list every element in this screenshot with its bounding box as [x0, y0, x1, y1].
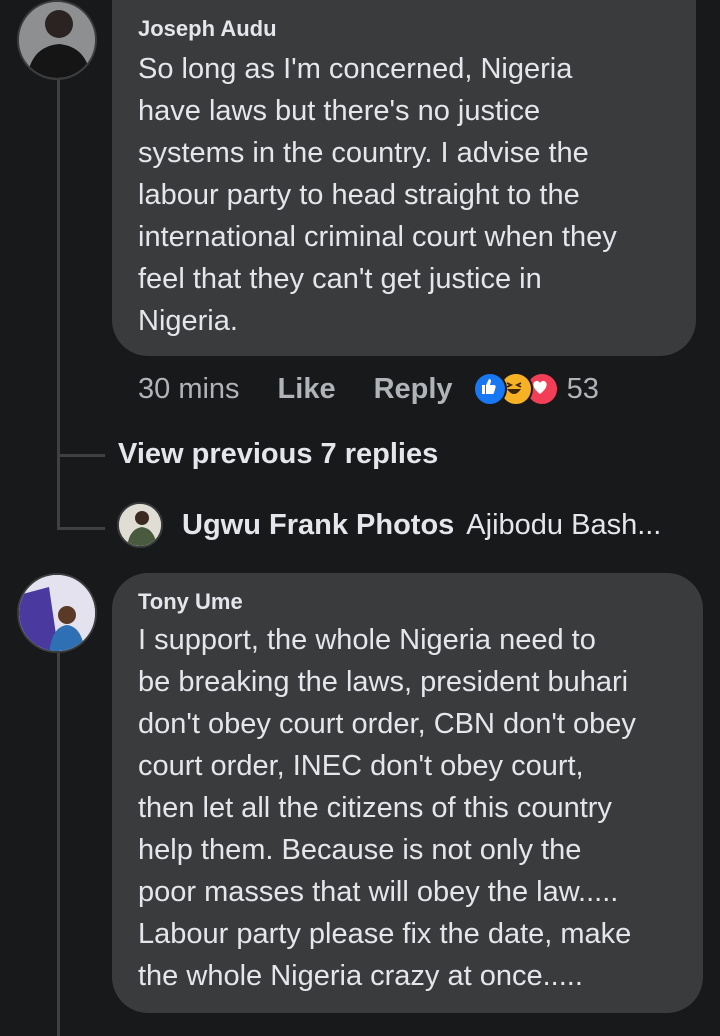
view-previous-replies-link[interactable]: View previous 7 replies [118, 438, 438, 471]
reply-button[interactable]: Reply [374, 373, 453, 406]
comment-bubble-tony-ume: Tony Ume I support, the whole Nigeria ne… [112, 573, 703, 1013]
comment-author[interactable]: Tony Ume [138, 589, 677, 615]
comment-bubble-joseph-audu: Joseph Audu So long as I'm concerned, Ni… [112, 0, 696, 356]
thread-line-vertical-2 [57, 652, 60, 1036]
comment-text: So long as I'm concerned, Nigeria have l… [138, 53, 617, 337]
comment-text: I support, the whole Nigeria need to be … [138, 624, 636, 992]
thread-line-branch-2 [57, 527, 105, 530]
like-reaction-icon [472, 372, 507, 406]
reply-author[interactable]: Ugwu Frank Photos [182, 509, 454, 542]
avatar-ugwu-frank-photos[interactable] [117, 502, 163, 548]
comment-actions: 30 mins Like Reply 53 [138, 372, 599, 406]
reactions-summary[interactable]: 53 [472, 372, 599, 406]
person-avatar-icon [19, 2, 95, 78]
like-button[interactable]: Like [278, 373, 336, 406]
person-avatar-icon [19, 575, 95, 651]
thread-line-branch-1 [57, 454, 105, 457]
reaction-count: 53 [566, 372, 599, 405]
comment-author[interactable]: Joseph Audu [138, 16, 670, 42]
avatar-tony-ume[interactable] [17, 573, 97, 653]
reply-preview[interactable]: Ugwu Frank Photos Ajibodu Bash... [182, 509, 661, 542]
thread-line-vertical [57, 78, 60, 530]
person-avatar-icon [119, 504, 161, 546]
reply-snippet: Ajibodu Bash... [466, 509, 662, 541]
avatar-joseph-audu[interactable] [17, 0, 97, 80]
comment-timestamp[interactable]: 30 mins [138, 373, 240, 406]
